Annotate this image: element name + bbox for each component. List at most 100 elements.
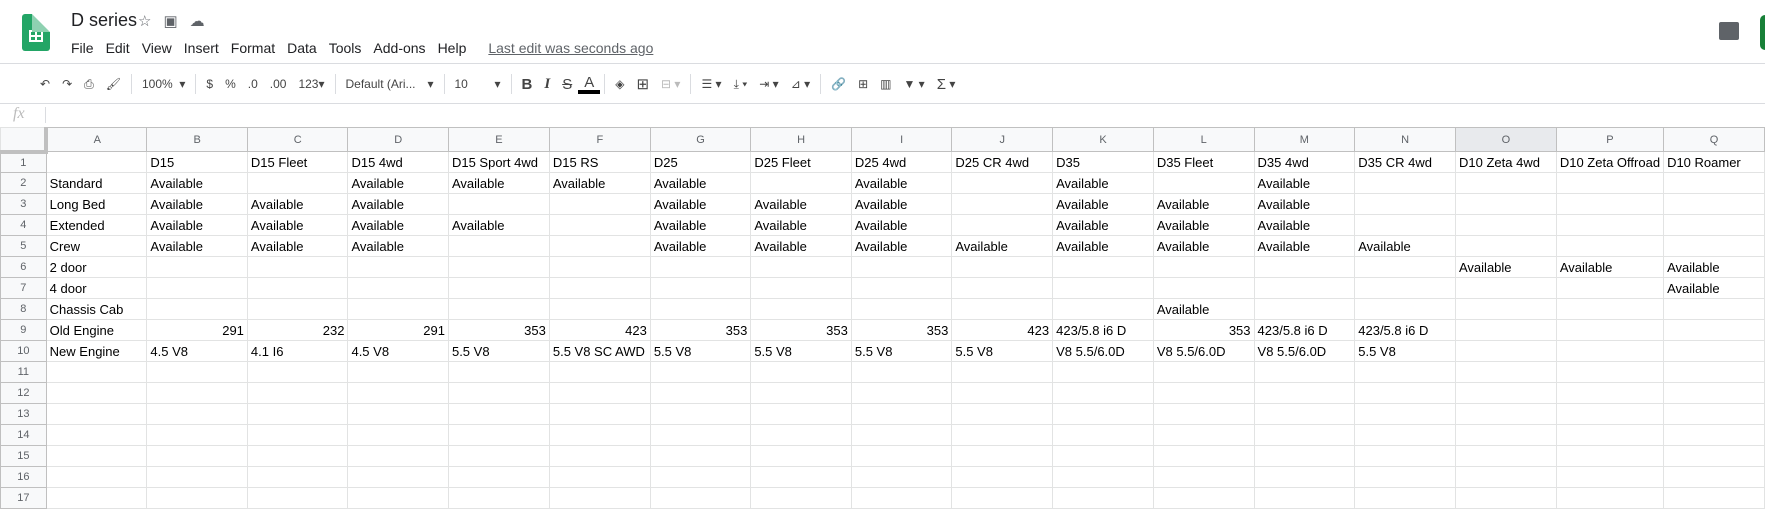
cell-n15[interactable] [1354,445,1456,467]
insert-link-icon[interactable]: 🔗 [825,72,852,96]
cell-l16[interactable] [1152,466,1255,488]
cell-k10[interactable]: V8 5.5/6.0D [1052,340,1154,362]
cell-a17[interactable] [45,487,148,509]
cell-i11[interactable] [850,361,953,383]
cell-l5[interactable]: Available [1152,235,1255,257]
cell-k7[interactable] [1052,277,1154,299]
cell-a2[interactable]: Standard [45,172,148,194]
strikethrough-button[interactable]: S [556,72,578,96]
cell-g4[interactable]: Available [649,214,752,236]
cell-f16[interactable] [548,466,651,488]
cell-b7[interactable] [146,277,248,299]
cell-j5[interactable]: Available [951,235,1054,257]
row-header[interactable]: 13 [0,403,47,425]
cell-j10[interactable]: 5.5 V8 [951,340,1054,362]
cell-m17[interactable] [1253,487,1356,509]
menu-file[interactable]: File [71,40,100,56]
cell-a15[interactable] [45,445,148,467]
cell-p6[interactable]: Available [1555,256,1665,278]
cell-e14[interactable] [447,424,550,446]
cell-f15[interactable] [548,445,651,467]
cell-h6[interactable] [750,256,852,278]
cell-l17[interactable] [1152,487,1255,509]
cell-d1[interactable]: D15 4wd [347,151,449,173]
cell-j6[interactable] [951,256,1054,278]
cell-e10[interactable]: 5.5 V8 [447,340,550,362]
cell-o9[interactable] [1455,319,1557,341]
cell-j14[interactable] [951,424,1054,446]
cell-d9[interactable]: 291 [347,319,449,341]
cell-f14[interactable] [548,424,651,446]
row-header[interactable]: 4 [0,214,47,236]
cell-k2[interactable]: Available [1052,172,1154,194]
cell-d12[interactable] [347,382,449,404]
cell-c11[interactable] [246,361,349,383]
cell-n3[interactable] [1354,193,1456,215]
cell-o1[interactable]: D10 Zeta 4wd [1455,151,1557,173]
zoom-select[interactable]: 100% ▾ [136,72,191,96]
cell-b1[interactable]: D15 [146,151,248,173]
cell-j8[interactable] [951,298,1054,320]
cell-a11[interactable] [45,361,148,383]
cell-f8[interactable] [548,298,651,320]
cell-e7[interactable] [447,277,550,299]
row-header[interactable]: 15 [0,445,47,467]
cell-q3[interactable] [1663,193,1765,215]
cell-n6[interactable] [1354,256,1456,278]
row-header[interactable]: 3 [0,193,47,215]
cell-d15[interactable] [347,445,449,467]
cell-a7[interactable]: 4 door [45,277,148,299]
cell-j17[interactable] [951,487,1054,509]
cell-n14[interactable] [1354,424,1456,446]
column-header-c[interactable]: C [246,127,349,152]
cell-o15[interactable] [1455,445,1557,467]
cell-h14[interactable] [750,424,852,446]
column-header-i[interactable]: I [850,127,953,152]
menu-format[interactable]: Format [231,40,281,56]
fill-color-icon[interactable]: ◈ [609,72,630,96]
cell-d14[interactable] [347,424,449,446]
cell-b3[interactable]: Available [146,193,248,215]
cell-n12[interactable] [1354,382,1456,404]
cell-p8[interactable] [1555,298,1665,320]
cell-q15[interactable] [1663,445,1765,467]
comments-icon[interactable] [1719,22,1739,40]
cell-k9[interactable]: 423/5.8 i6 D [1052,319,1154,341]
cell-k17[interactable] [1052,487,1154,509]
cell-h15[interactable] [750,445,852,467]
cell-i8[interactable] [850,298,953,320]
cell-e15[interactable] [447,445,550,467]
cell-q14[interactable] [1663,424,1765,446]
row-header[interactable]: 6 [0,256,47,278]
cell-p5[interactable] [1555,235,1665,257]
menu-addons[interactable]: Add-ons [373,40,431,56]
star-icon[interactable]: ☆ [138,12,151,30]
cell-h3[interactable]: Available [750,193,852,215]
cell-m6[interactable] [1253,256,1356,278]
cell-n1[interactable]: D35 CR 4wd [1354,151,1456,173]
cell-q4[interactable] [1663,214,1765,236]
cell-g8[interactable] [649,298,752,320]
cell-i13[interactable] [850,403,953,425]
cell-h16[interactable] [750,466,852,488]
cell-o10[interactable] [1455,340,1557,362]
cell-l3[interactable]: Available [1152,193,1255,215]
cell-f17[interactable] [548,487,651,509]
cell-l11[interactable] [1152,361,1255,383]
cell-f13[interactable] [548,403,651,425]
cell-l13[interactable] [1152,403,1255,425]
cell-a10[interactable]: New Engine [45,340,148,362]
cell-p16[interactable] [1555,466,1665,488]
cell-c9[interactable]: 232 [246,319,349,341]
cell-n8[interactable] [1354,298,1456,320]
cell-b17[interactable] [146,487,248,509]
cell-m12[interactable] [1253,382,1356,404]
menu-help[interactable]: Help [438,40,473,56]
cell-q6[interactable]: Available [1663,256,1765,278]
cell-d6[interactable] [347,256,449,278]
cell-f3[interactable] [548,193,651,215]
cell-i7[interactable] [850,277,953,299]
cell-e9[interactable]: 353 [447,319,550,341]
cell-g3[interactable]: Available [649,193,752,215]
cell-a9[interactable]: Old Engine [45,319,148,341]
